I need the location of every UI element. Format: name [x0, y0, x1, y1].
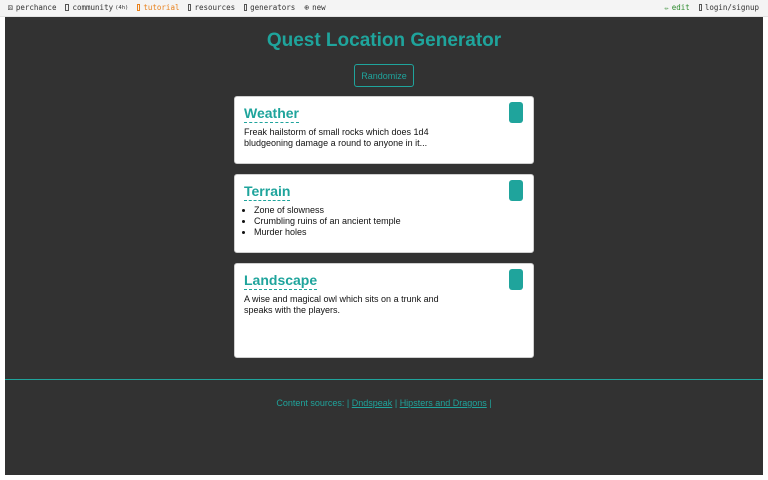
terrain-card-title: Terrain [244, 183, 291, 201]
weather-card-text: Freak hailstorm of small rocks which doe… [244, 127, 429, 148]
page-title: Quest Location Generator [266, 30, 502, 51]
user-icon [698, 4, 702, 11]
terrain-reroll-button[interactable] [509, 180, 523, 201]
footer-prefix: Content sources: | [276, 398, 350, 408]
hipsters-and-dragons-link[interactable]: Hipsters and Dragons [400, 398, 487, 408]
nav-login-link[interactable]: login/signup [698, 3, 759, 12]
nav-resources-label: resources [194, 3, 236, 12]
generators-icon [244, 4, 248, 11]
terrain-list-item: Crumbling ruins of an ancient temple [254, 216, 494, 227]
pencil-icon: ✏ [664, 3, 669, 12]
nav-right-group: ✏ edit login/signup [656, 3, 759, 12]
landscape-reroll-button[interactable] [509, 269, 523, 290]
terrain-list-item: Murder holes [254, 227, 494, 238]
footer-separator: | [489, 398, 492, 408]
nav-community-label: community [72, 3, 114, 12]
footer-divider [5, 379, 763, 380]
weather-card-title: Weather [244, 105, 299, 123]
resources-icon [188, 4, 192, 11]
nav-login-label: login/signup [704, 3, 759, 12]
nav-perchance-link[interactable]: ⚄ perchance [8, 3, 56, 12]
nav-new-link[interactable]: ⊕ new [304, 3, 325, 12]
content-sources-footer: Content sources: | Dndspeak | Hipsters a… [5, 398, 763, 408]
footer-separator: | [394, 398, 398, 408]
nav-edit-link[interactable]: ✏ edit [665, 3, 690, 12]
nav-resources-link[interactable]: resources [188, 3, 235, 12]
dice-icon: ⚄ [8, 2, 13, 12]
landscape-card-title: Landscape [244, 272, 318, 290]
randomize-button[interactable]: Randomize [354, 64, 414, 87]
community-icon [65, 4, 70, 11]
nav-perchance-label: perchance [15, 3, 57, 12]
nav-edit-label: edit [671, 3, 690, 12]
nav-left-group: ⚄ perchance community (4h) tutorial reso… [8, 3, 335, 12]
top-navigation-bar: ⚄ perchance community (4h) tutorial reso… [0, 0, 768, 17]
nav-generators-label: generators [250, 3, 296, 12]
landscape-card-text: A wise and magical owl which sits on a t… [244, 294, 439, 315]
weather-reroll-button[interactable] [509, 102, 523, 123]
nav-community-tag: (4h) [115, 4, 129, 11]
terrain-list-item: Zone of slowness [254, 205, 494, 216]
nav-tutorial-label: tutorial [143, 3, 180, 12]
plus-circle-icon: ⊕ [304, 2, 310, 12]
nav-generators-link[interactable]: generators [244, 3, 295, 12]
dndspeak-link[interactable]: Dndspeak [352, 398, 393, 408]
generator-app: Quest Location Generator Randomize Weath… [5, 17, 763, 475]
weather-card: Weather Freak hailstorm of small rocks w… [234, 96, 534, 164]
nav-community-link[interactable]: community (4h) [65, 3, 128, 12]
nav-tutorial-link[interactable]: tutorial [137, 3, 179, 12]
nav-new-label: new [312, 3, 326, 12]
landscape-card: Landscape A wise and magical owl which s… [234, 263, 534, 358]
terrain-card: Terrain Zone of slowness Crumbling ruins… [234, 174, 534, 253]
tutorial-icon [137, 4, 141, 11]
terrain-list: Zone of slowness Crumbling ruins of an a… [254, 205, 494, 238]
